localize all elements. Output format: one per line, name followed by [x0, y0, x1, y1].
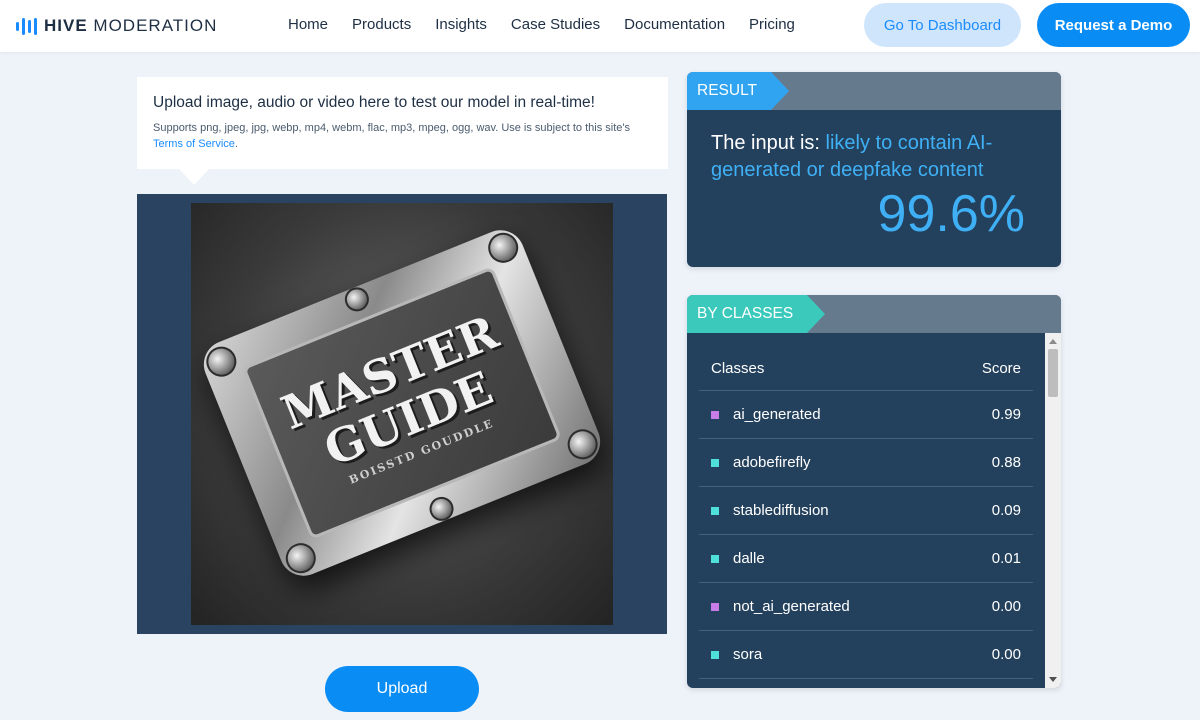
result-percentage: 99.6%: [877, 185, 1025, 243]
class-name: sora: [733, 646, 763, 663]
result-tag: RESULT: [687, 72, 790, 110]
class-score: 0.01: [991, 550, 1021, 567]
uploaded-image: MASTER GUIDE BOISSTD GOUDDLE: [191, 203, 613, 625]
table-row: adobefirefly 0.88: [699, 439, 1033, 487]
class-color-swatch: [711, 506, 719, 515]
table-row: not_ai_generated 0.00: [699, 583, 1033, 631]
result-card: RESULT The input is: likely to contain A…: [687, 72, 1061, 267]
by-classes-tag: BY CLASSES: [687, 295, 826, 333]
class-name: stablediffusion: [733, 502, 829, 519]
request-demo-button[interactable]: Request a Demo: [1037, 3, 1190, 47]
class-color-swatch: [711, 410, 719, 419]
table-row: stablediffusion 0.09: [699, 487, 1033, 535]
nav-link-documentation[interactable]: Documentation: [624, 16, 725, 33]
upload-title: Upload image, audio or video here to tes…: [153, 94, 595, 111]
screw-icon: [201, 342, 241, 382]
class-score: 0.00: [991, 646, 1021, 663]
scroll-down-arrow-icon[interactable]: [1049, 677, 1057, 682]
scroll-thumb[interactable]: [1048, 349, 1058, 397]
screw-icon: [425, 493, 458, 525]
logo-bars-icon: [16, 17, 37, 35]
table-row: ai_generated 0.99: [699, 391, 1033, 439]
classes-card-header: BY CLASSES: [687, 295, 1061, 333]
result-card-header: RESULT: [687, 72, 1061, 110]
table-header: Classes Score: [699, 347, 1033, 391]
screw-icon: [563, 424, 603, 464]
nav-link-pricing[interactable]: Pricing: [749, 16, 795, 33]
go-to-dashboard-button[interactable]: Go To Dashboard: [864, 3, 1021, 47]
nav-link-case-studies[interactable]: Case Studies: [511, 16, 600, 33]
class-name: dalle: [733, 550, 765, 567]
nav-link-products[interactable]: Products: [352, 16, 411, 33]
class-name: ai_generated: [733, 406, 821, 423]
screw-icon: [281, 538, 321, 578]
top-nav: HIVE MODERATION Home Products Insights C…: [0, 0, 1200, 52]
upload-button[interactable]: Upload: [325, 666, 479, 712]
class-score: 0.88: [991, 454, 1021, 471]
upload-subtitle: Supports png, jpeg, jpg, webp, mp4, webm…: [153, 122, 630, 150]
nav-link-insights[interactable]: Insights: [435, 16, 487, 33]
terms-of-service-link[interactable]: Terms of Service: [153, 138, 235, 150]
metal-plate-illustration: MASTER GUIDE BOISSTD GOUDDLE: [196, 223, 608, 583]
class-score: 0.99: [991, 406, 1021, 423]
nav-links: Home Products Insights Case Studies Docu…: [288, 16, 795, 33]
scroll-up-arrow-icon[interactable]: [1049, 339, 1057, 344]
image-preview-panel: MASTER GUIDE BOISSTD GOUDDLE: [137, 194, 667, 634]
class-color-swatch: [711, 602, 719, 611]
class-score: 0.09: [991, 502, 1021, 519]
screw-icon: [341, 283, 373, 315]
class-color-swatch: [711, 458, 719, 467]
class-score: 0.00: [991, 598, 1021, 615]
class-color-swatch: [711, 650, 719, 659]
result-verdict: The input is: likely to contain AI-gener…: [711, 132, 993, 181]
table-row: sora 0.00: [699, 631, 1033, 679]
by-classes-card: BY CLASSES Classes Score ai_generated 0.…: [687, 295, 1061, 688]
hive-logo[interactable]: HIVE MODERATION: [16, 14, 217, 38]
logo-text: HIVE MODERATION: [44, 16, 218, 35]
table-row: dalle 0.01: [699, 535, 1033, 583]
class-name: not_ai_generated: [733, 598, 850, 615]
screw-icon: [483, 228, 523, 268]
class-name: adobefirefly: [733, 454, 811, 471]
classes-table: Classes Score ai_generated 0.99 adobefir…: [699, 347, 1033, 679]
nav-link-home[interactable]: Home: [288, 16, 328, 33]
classes-scrollbar[interactable]: [1045, 333, 1061, 688]
upload-info-card: Upload image, audio or video here to tes…: [137, 77, 668, 185]
class-color-swatch: [711, 554, 719, 563]
score-column-header: Score: [981, 360, 1021, 377]
classes-column-header: Classes: [711, 360, 765, 377]
